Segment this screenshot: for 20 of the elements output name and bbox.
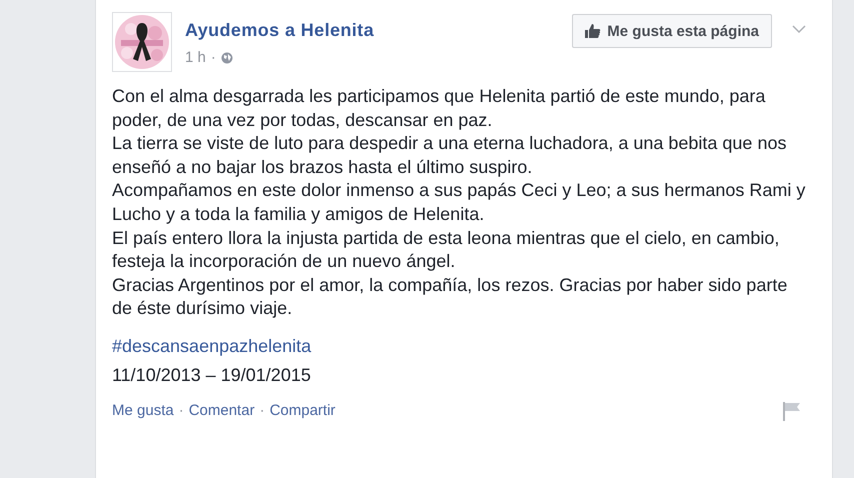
hashtag-link[interactable]: #descansaenpazhelenita xyxy=(112,334,816,358)
separator-dot: · xyxy=(178,402,184,420)
action-link[interactable]: Comentar xyxy=(188,402,255,420)
post-paragraph: Acompañamos en este dolor inmenso a sus papás Ceci y Leo; a sus hermanos Rami y Lucho y a toda la familia y amigos de Helenita. xyxy=(112,179,806,226)
page-name-link[interactable]: Ayudemos a Helenita xyxy=(185,20,374,41)
flag-icon[interactable] xyxy=(782,400,802,421)
chevron-down-icon[interactable] xyxy=(792,25,806,33)
globe-icon xyxy=(220,52,233,64)
date-range: 11/10/2013 – 19/01/2015 xyxy=(112,364,312,387)
action-link[interactable]: Compartir xyxy=(270,402,336,420)
post-time[interactable]: 1 h xyxy=(185,49,206,66)
thumbs-up-icon xyxy=(585,23,602,39)
separator-dot: · xyxy=(260,402,265,420)
action-link[interactable]: Me gusta xyxy=(112,402,174,420)
post-paragraph: Con el alma desgarrada les participamos que Helenita partió de este mundo, para poder, de una vez por todas, descansar en paz. xyxy=(112,85,766,132)
post-paragraph: La tierra se viste de luto para despedir a una eterna luchadora, a una bebita que nos enseñó a no bajar los brazos hasta el último suspiro. xyxy=(112,132,788,179)
post-paragraph: El país entero llora la injusta partida de esta leona mientras que el cielo, en cambio, festeja la incorporación de un nuevo ángel. xyxy=(112,226,780,274)
like-page-button[interactable]: Me gusta esta página xyxy=(572,14,772,48)
separator-dot: · xyxy=(210,49,216,66)
post-paragraph: Gracias Argentinos por el amor, la compañía, los rezos. Gracias por haber sido parte de éste durísimo viaje. xyxy=(112,274,788,320)
